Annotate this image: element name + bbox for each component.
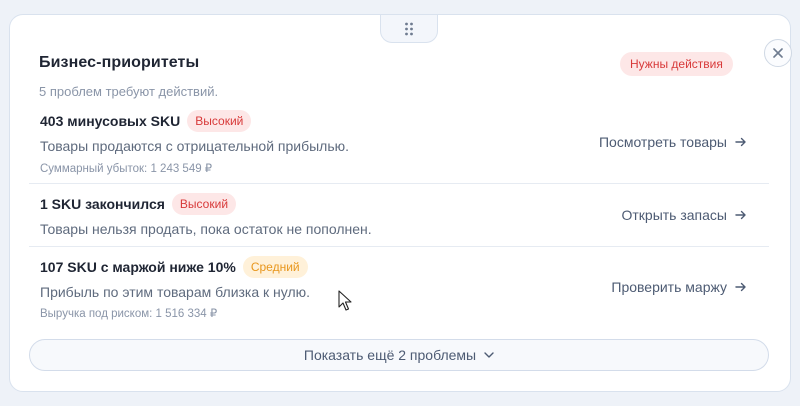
severity-badge: Высокий [171,193,237,215]
drag-handle[interactable] [380,15,438,43]
chevron-down-icon [484,352,494,358]
action-label: Проверить маржу [611,279,727,295]
arrow-right-icon [735,210,746,220]
open-inventory-button[interactable]: Открыть запасы [621,207,747,223]
issue-item-out-of-stock: 1 SKU закончился Высокий Товары нельзя п… [29,184,769,246]
action-label: Открыть запасы [621,207,727,223]
show-more-button[interactable]: Показать ещё 2 проблемы [29,339,769,371]
severity-badge: Средний [242,256,308,278]
close-icon [773,48,783,58]
issue-header: 1 SKU закончился Высокий [40,193,237,215]
issue-item-low-margin: 107 SKU с маржой ниже 10% Средний Прибыл… [29,247,769,331]
show-more-label: Показать ещё 2 проблемы [303,347,477,363]
issue-title: 1 SKU закончился [40,196,165,212]
drag-handle-icon [405,22,413,35]
severity-badge: Высокий [187,110,252,132]
issue-meta: Суммарный убыток: 1 243 549 ₽ [40,163,213,175]
close-button[interactable] [764,39,792,67]
card-title: Бизнес-приоритеты [39,54,200,71]
issue-header: 107 SKU с маржой ниже 10% Средний [40,256,308,278]
arrow-right-icon [735,137,746,147]
issue-title: 403 минусовых SKU [40,113,181,129]
issue-description: Товары нельзя продать, пока остаток не п… [40,221,372,237]
check-margin-button[interactable]: Проверить маржу [611,279,747,295]
issue-meta: Выручка под риском: 1 516 334 ₽ [40,308,218,320]
mouse-pointer-icon [338,290,352,311]
action-label: Посмотреть товары [598,134,727,150]
view-products-button[interactable]: Посмотреть товары [599,134,747,150]
issue-header: 403 минусовых SKU Высокий [40,110,252,132]
issue-description: Товары продаются с отрицательной прибыль… [40,138,350,154]
issue-item-negative-sku: 403 минусовых SKU Высокий Товары продают… [29,98,769,183]
status-badge: Нужны действия [620,52,733,76]
arrow-right-icon [735,282,746,292]
issue-description: Прибыль по этим товарам близка к нулю. [40,284,311,300]
card-subtitle: 5 проблем требуют действий. [39,84,219,99]
issue-title: 107 SKU с маржой ниже 10% [40,259,236,275]
